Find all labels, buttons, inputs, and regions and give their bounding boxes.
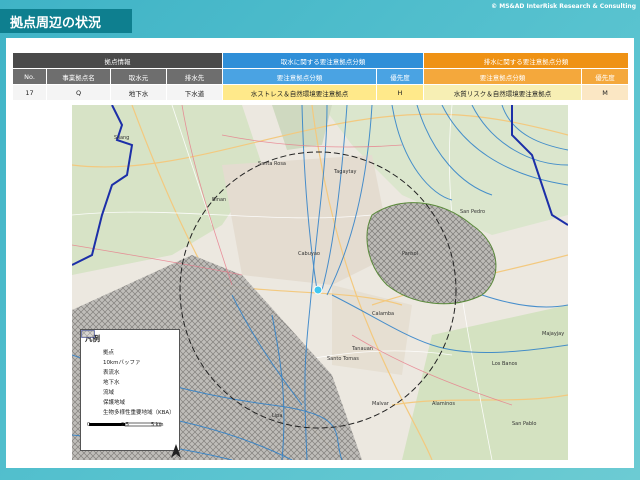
legend-label: 生物多様性重要地域（KBA）: [103, 410, 175, 416]
cell-no: 17: [12, 84, 47, 101]
place-label: Alaminos: [432, 401, 455, 407]
place-label: Malvar: [372, 401, 390, 407]
site-marker[interactable]: [313, 285, 323, 295]
legend-item-kba: 生物多様性重要地域（KBA）: [81, 330, 175, 417]
col-discharge-priority: 優先度: [581, 68, 629, 85]
col-discharge-dest: 排水先: [166, 68, 223, 85]
place-label: Lipa: [272, 413, 282, 419]
legend-title: 凡例: [85, 334, 100, 343]
legend-item-surface: 表流水: [82, 333, 175, 377]
place-label: Binan: [212, 197, 226, 203]
cell-site-name: Q: [46, 84, 111, 101]
legend-label: 地下水: [103, 380, 120, 386]
site-dot-icon: [82, 331, 99, 356]
place-label: Los Banos: [492, 361, 518, 367]
legend-label: 拠点: [103, 350, 115, 356]
site-info-table: 拠点情報 取水に関する要注意拠点分類 排水に関する要注意拠点分類 No. 事業拠…: [12, 52, 629, 101]
buffer-box-icon: [81, 330, 99, 366]
cell-discharge-priority: M: [581, 84, 629, 101]
urban-area: [222, 155, 392, 285]
ground-line-icon: [82, 333, 99, 386]
place-label: Tagaytay: [333, 169, 357, 175]
table-row: 17 Q 地下水 下水道 水ストレス＆自然環境要注意拠点 H 水質リスク＆自然環…: [12, 84, 629, 101]
col-site-name: 事業拠点名: [46, 68, 111, 85]
header-intake: 取水に関する要注意拠点分類: [222, 52, 424, 69]
place-label: San Pablo: [512, 421, 536, 427]
header-site-info: 拠点情報: [12, 52, 223, 69]
place-label: Santo Tomas: [327, 356, 359, 362]
col-intake-class: 要注意拠点分類: [222, 68, 377, 85]
copyright-text: © MS&AD InterRisk Research & Consulting: [491, 3, 636, 10]
header-discharge: 排水に関する要注意拠点分類: [423, 52, 629, 69]
legend-item-basin: 流域: [81, 330, 175, 397]
basin-box-icon: [81, 330, 99, 396]
scale-label-end: 5 km: [151, 422, 164, 428]
legend-label: 表流水: [103, 370, 120, 376]
surface-line-icon: [82, 333, 99, 376]
legend-label: 流域: [103, 390, 115, 396]
place-label: Tanauan: [351, 346, 373, 352]
slide-title: 拠点周辺の状況: [0, 9, 132, 33]
legend-item-buffer: 10kmバッファ: [81, 330, 175, 367]
scale-bar: 0 2.5 5 km: [87, 422, 165, 438]
map-legend: 凡例 拠点 10kmバッファ 表流水 地下水 流域 保護地域 生物多様性重要地域…: [80, 329, 181, 458]
col-discharge-class: 要注意拠点分類: [423, 68, 582, 85]
legend-item-ground: 地下水: [82, 333, 175, 387]
cell-discharge-class: 水質リスク＆自然環境要注意拠点: [423, 84, 582, 101]
legend-item-site: 拠点: [82, 331, 175, 357]
place-label: Santa Rosa: [258, 161, 286, 167]
cell-discharge-dest: 下水道: [166, 84, 223, 101]
place-label: Silang: [114, 135, 129, 141]
legend-label: 保護地域: [103, 400, 126, 406]
site-map[interactable]: Silang Tagaytay San Pedro Santa Rosa Binan Ca…: [72, 105, 568, 460]
place-label: Cabuyao: [298, 251, 320, 257]
col-intake-priority: 優先度: [376, 68, 424, 85]
place-label: Pansol: [402, 251, 418, 257]
scale-label-0: 0: [87, 422, 91, 428]
col-no: No.: [12, 68, 47, 85]
legend-item-protected: 保護地域: [81, 330, 175, 407]
place-label: Majayjay: [542, 331, 564, 337]
place-label: Calamba: [372, 311, 394, 317]
cell-intake-priority: H: [376, 84, 424, 101]
kba-hatch-icon: [81, 330, 99, 416]
protected-hatch-icon: [81, 330, 99, 406]
cell-intake-source: 地下水: [110, 84, 167, 101]
place-label: San Pedro: [460, 209, 485, 215]
legend-label: 10kmバッファ: [103, 360, 141, 366]
scale-label-mid: 2.5: [121, 422, 129, 428]
col-intake-source: 取水元: [110, 68, 167, 85]
cell-intake-class: 水ストレス＆自然環境要注意拠点: [222, 84, 377, 101]
